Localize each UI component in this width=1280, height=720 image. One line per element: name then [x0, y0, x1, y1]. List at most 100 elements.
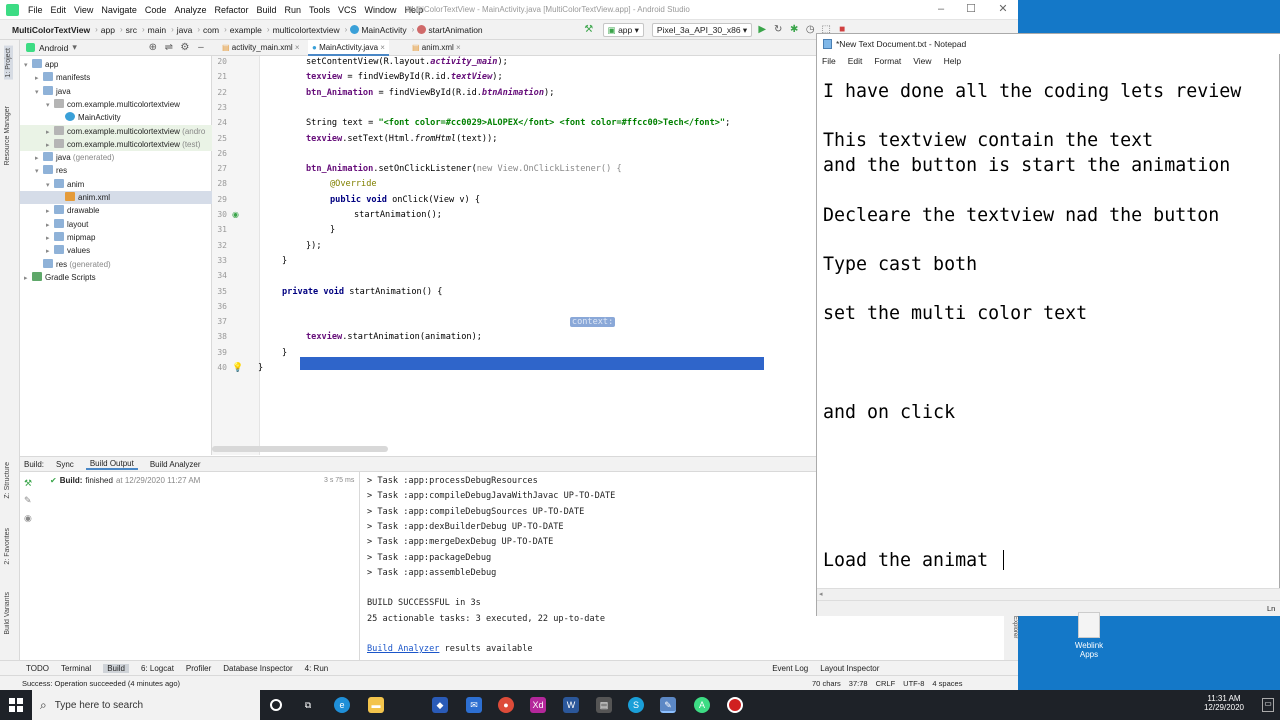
tree-arrow-icon[interactable]: ▾: [46, 179, 54, 192]
chevron-down-icon[interactable]: ▾: [72, 42, 77, 53]
tool-terminal[interactable]: Terminal: [61, 664, 91, 673]
tool-todo[interactable]: TODO: [26, 664, 49, 673]
breadcrumb-example[interactable]: example: [230, 25, 262, 35]
build-output-console[interactable]: > Task :app:processDebugResources > Task …: [360, 472, 816, 660]
tool-event-log[interactable]: Event Log: [772, 664, 808, 673]
structure-tab[interactable]: Z: Structure: [4, 462, 11, 499]
tree-arrow-icon[interactable]: ▸: [35, 72, 43, 85]
tree-item[interactable]: ▸ Gradle Scripts: [20, 271, 212, 284]
tree-arrow-icon[interactable]: ▸: [24, 272, 32, 285]
word-icon[interactable]: W: [563, 697, 579, 713]
tool-run[interactable]: 4: Run: [305, 664, 329, 673]
notepad-horizontal-scrollbar[interactable]: ◂: [817, 588, 1280, 600]
tree-arrow-icon[interactable]: ▸: [46, 126, 54, 139]
breadcrumb-src[interactable]: src: [126, 25, 137, 35]
desktop-shortcut-weblink[interactable]: Weblink Apps: [1066, 612, 1112, 659]
menu-code[interactable]: Code: [145, 5, 167, 15]
minimize-icon[interactable]: –: [934, 2, 948, 16]
maximize-icon[interactable]: ☐: [964, 2, 978, 16]
profiler-icon[interactable]: ◷: [804, 24, 816, 36]
refresh-icon[interactable]: ↻: [772, 24, 784, 36]
menu-build[interactable]: Build: [256, 5, 276, 15]
tree-item[interactable]: ▾ com.example.multicolortextview: [20, 98, 212, 111]
status-indent[interactable]: 4 spaces: [932, 679, 962, 688]
tree-arrow-icon[interactable]: ▾: [35, 165, 43, 178]
store-icon[interactable]: ▤: [596, 697, 612, 713]
hide-panel-icon[interactable]: –: [195, 42, 207, 54]
tool-database-inspector[interactable]: Database Inspector: [223, 664, 292, 673]
tree-arrow-icon[interactable]: ▸: [46, 205, 54, 218]
tree-arrow-icon[interactable]: ▸: [46, 139, 54, 152]
menu-run[interactable]: Run: [285, 5, 302, 15]
tree-item[interactable]: ▸ com.example.multicolortextview (andro: [20, 124, 212, 139]
tab-build-analyzer[interactable]: Build Analyzer: [150, 460, 201, 469]
horizontal-scrollbar[interactable]: [212, 446, 388, 452]
tree-item[interactable]: ▾ res: [20, 164, 212, 177]
breadcrumb-project[interactable]: MultiColorTextView: [12, 25, 90, 35]
tree-item[interactable]: ▸ manifests: [20, 71, 212, 84]
eye-icon[interactable]: ◉: [24, 513, 32, 524]
notepad-menu-edit[interactable]: Edit: [848, 56, 863, 66]
tree-arrow-icon[interactable]: ▾: [35, 86, 43, 99]
hammer-icon[interactable]: ⚒: [24, 478, 32, 489]
build-status-row[interactable]: ✔ Build: finished at 12/29/2020 11:27 AM: [50, 476, 200, 485]
lightbulb-icon[interactable]: 💡: [232, 362, 243, 372]
notepad-text-area[interactable]: I have done all the coding lets review Th…: [817, 68, 1280, 588]
scroll-left-icon[interactable]: ◂: [819, 590, 823, 598]
menu-vcs[interactable]: VCS: [338, 5, 357, 15]
tree-item[interactable]: ▸ values: [20, 244, 212, 257]
tree-item[interactable]: ▸ java (generated): [20, 151, 212, 164]
favorites-tab[interactable]: 2: Favorites: [4, 528, 11, 565]
tree-item[interactable]: ▾ app: [20, 58, 212, 71]
recorder-icon[interactable]: [727, 697, 743, 713]
breadcrumb-main[interactable]: main: [148, 25, 166, 35]
chrome-icon[interactable]: ●: [498, 697, 514, 713]
menu-tools[interactable]: Tools: [309, 5, 330, 15]
menu-refactor[interactable]: Refactor: [214, 5, 248, 15]
tree-item[interactable]: ▸ drawable: [20, 204, 212, 217]
cortana-icon[interactable]: [270, 699, 282, 711]
breadcrumb-java[interactable]: java: [177, 25, 193, 35]
tree-item[interactable]: ▸ layout: [20, 218, 212, 231]
run-icon[interactable]: ▶: [756, 24, 768, 36]
notepad-menu-help[interactable]: Help: [944, 56, 961, 66]
resource-manager-tab[interactable]: Resource Manager: [4, 106, 11, 166]
notepad-taskbar-icon[interactable]: ✎: [660, 697, 676, 713]
tree-item[interactable]: res (generated): [20, 258, 212, 271]
skype-icon[interactable]: S: [628, 697, 644, 713]
code-area[interactable]: setContentView(R.layout.activity_main); …: [258, 57, 816, 455]
android-studio-taskbar-icon[interactable]: A: [694, 697, 710, 713]
tree-item[interactable]: ▾ java: [20, 85, 212, 98]
override-marker-icon[interactable]: ◉: [232, 210, 239, 219]
build-variants-tab[interactable]: Build Variants: [4, 592, 11, 635]
tool-build[interactable]: Build: [103, 663, 129, 673]
breadcrumb-com[interactable]: com: [203, 25, 219, 35]
close-icon[interactable]: ✕: [996, 2, 1010, 16]
gear-icon[interactable]: ⚙: [179, 42, 191, 54]
menu-navigate[interactable]: Navigate: [101, 5, 137, 15]
tree-item[interactable]: MainActivity: [20, 111, 212, 124]
tree-arrow-icon[interactable]: ▸: [35, 152, 43, 165]
breadcrumb-method[interactable]: startAnimation: [428, 25, 482, 35]
menu-edit[interactable]: Edit: [51, 5, 67, 15]
menu-analyze[interactable]: Analyze: [174, 5, 206, 15]
tab-sync[interactable]: Sync: [56, 460, 74, 469]
tree-arrow-icon[interactable]: ▸: [46, 232, 54, 245]
tree-arrow-icon[interactable]: ▾: [46, 99, 54, 112]
project-tool-tab[interactable]: 1: Project: [4, 46, 13, 80]
tool-logcat[interactable]: 6: Logcat: [141, 664, 174, 673]
status-line-separator[interactable]: CRLF: [876, 679, 896, 688]
edge-icon[interactable]: e: [334, 697, 350, 713]
taskbar-clock[interactable]: 11:31 AM 12/29/2020: [1196, 694, 1252, 712]
status-position[interactable]: 37:78: [849, 679, 868, 688]
notepad-menu-file[interactable]: File: [822, 56, 836, 66]
tree-item[interactable]: ▾ anim: [20, 178, 212, 191]
breadcrumb-package[interactable]: multicolortextview: [273, 25, 340, 35]
tab-main-activity-java[interactable]: ● MainActivity.java ×: [308, 40, 389, 56]
app-icon[interactable]: ◆: [432, 697, 448, 713]
tool-layout-inspector[interactable]: Layout Inspector: [820, 664, 879, 673]
menu-file[interactable]: File: [28, 5, 43, 15]
status-encoding[interactable]: UTF-8: [903, 679, 924, 688]
notepad-menu-format[interactable]: Format: [874, 56, 901, 66]
build-analyzer-link[interactable]: Build Analyzer: [367, 644, 439, 654]
